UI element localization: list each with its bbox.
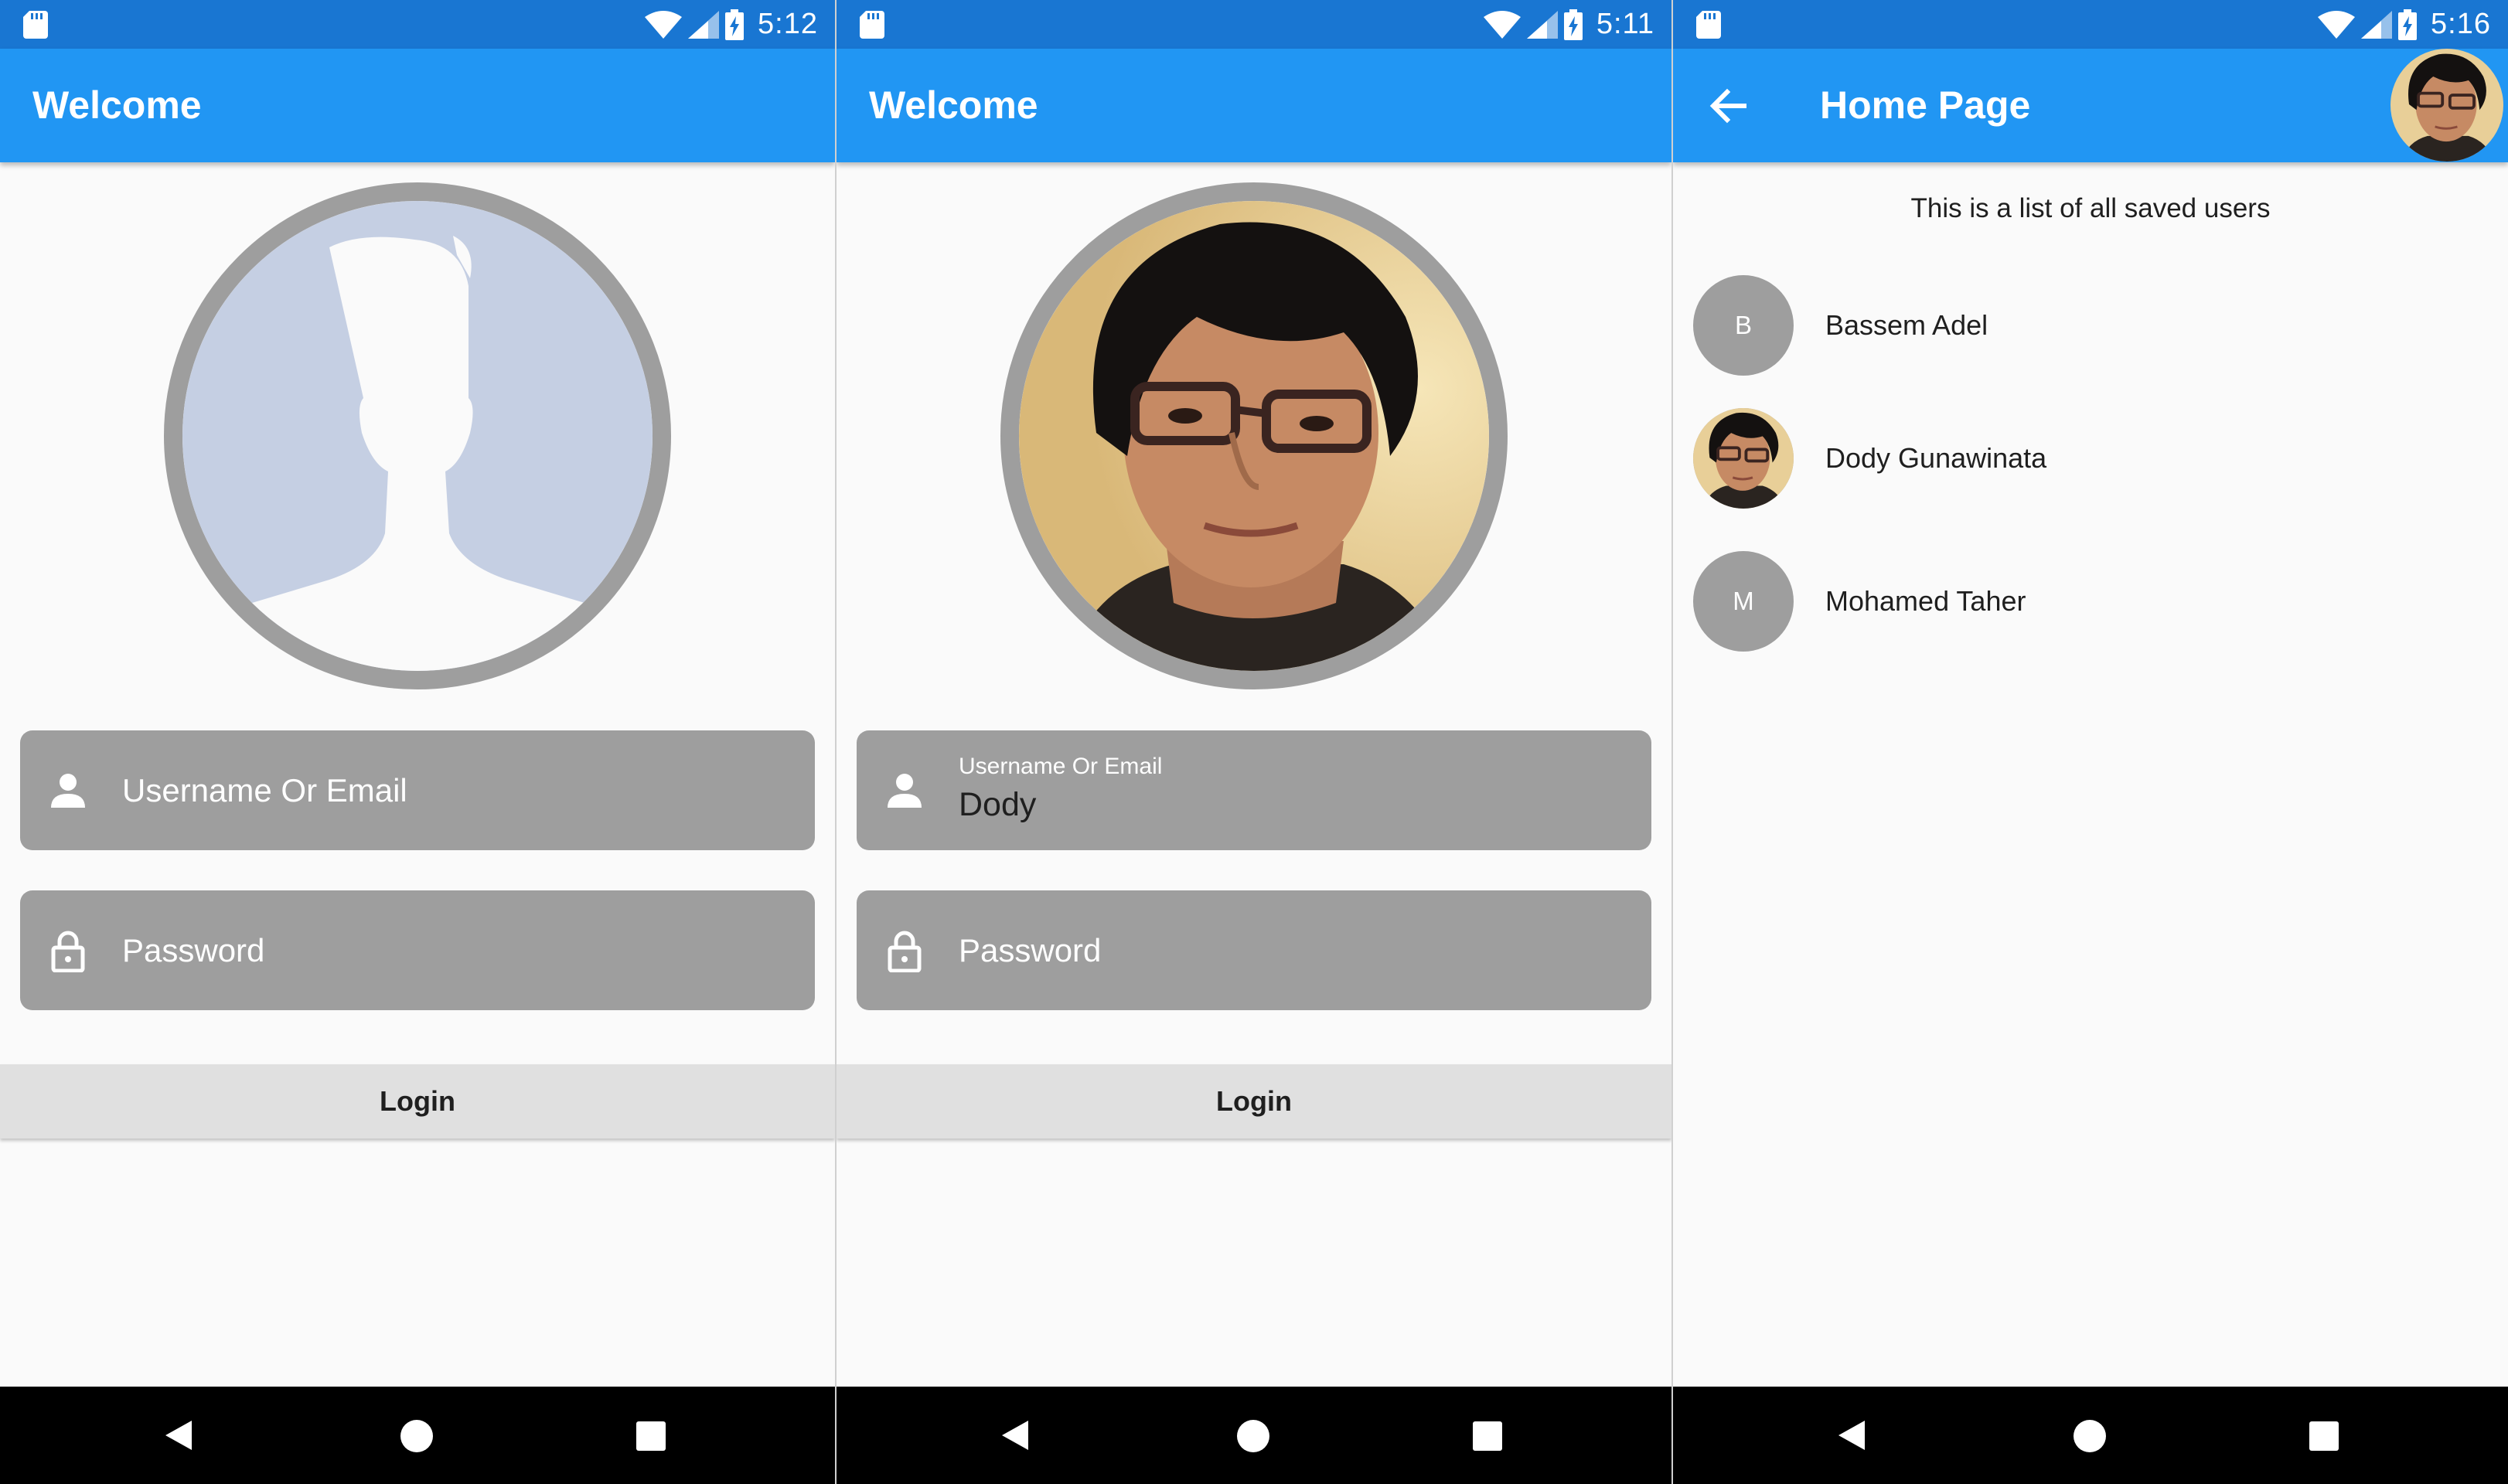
system-nav-bar [1673,1387,2508,1484]
user-name: Dody Gunawinata [1825,442,2047,474]
sd-card-icon [860,11,884,39]
lock-icon [51,931,85,972]
person-icon [51,774,85,808]
login-button[interactable]: Login [0,1064,835,1139]
nav-home-icon[interactable] [1237,1420,1269,1452]
app-title: Welcome [32,83,202,127]
status-time: 5:11 [1596,8,1654,40]
status-icons: 5:16 [2318,0,2491,49]
app-title: Welcome [869,83,1038,127]
password-placeholder: Password [122,932,265,968]
password-field[interactable]: Password [20,890,815,1010]
profile-avatar-photo[interactable] [1000,182,1508,689]
saved-users-caption: This is a list of all saved users [1910,193,2271,223]
user-name: Bassem Adel [1825,309,1988,341]
status-bar: 5:11 [837,0,1671,49]
battery-charging-icon [2398,9,2418,40]
signal-icon [2361,10,2393,39]
login-screen-empty: 5:12 Welcome Username Or Email Password … [0,0,835,1484]
nav-recents-icon[interactable] [2309,1421,2339,1451]
battery-charging-icon [1563,9,1583,40]
system-nav-bar [837,1387,1671,1484]
user-list-item[interactable]: M Mohamed Taher [1693,551,2497,652]
status-bar: 5:12 [0,0,835,49]
battery-charging-icon [725,9,745,40]
password-field[interactable]: Password [857,890,1651,1010]
screenshot-collage: 5:12 Welcome Username Or Email Password … [0,0,2508,1484]
user-photo-avatar [1693,408,1794,509]
system-nav-bar [0,1387,835,1484]
back-arrow-icon[interactable] [1707,84,1750,128]
app-bar: Home Page [1673,49,2508,162]
nav-recents-icon[interactable] [636,1421,666,1451]
username-value: Dody [959,786,1037,823]
sd-card-icon [23,11,48,39]
nav-back-icon[interactable] [1002,1421,1028,1450]
signal-icon [1526,10,1558,39]
app-title: Home Page [1820,83,2031,127]
username-placeholder: Username Or Email [122,772,407,808]
profile-photo [1019,201,1489,671]
status-icons: 5:11 [1483,0,1654,49]
lock-icon [888,931,922,972]
user-initial-avatar: B [1693,275,1794,376]
login-button[interactable]: Login [837,1064,1671,1139]
app-bar: Welcome [0,49,835,162]
username-field[interactable]: Username Or Email [20,730,815,850]
person-icon [888,774,922,808]
status-time: 5:16 [2431,8,2491,40]
nav-home-icon[interactable] [2074,1420,2106,1452]
nav-home-icon[interactable] [400,1420,433,1452]
username-floating-label: Username Or Email [959,754,1163,779]
wifi-icon [1483,10,1521,39]
current-user-avatar[interactable] [2390,49,2503,162]
status-icons: 5:12 [645,0,818,49]
app-bar: Welcome [837,49,1671,162]
user-list-item[interactable]: Dody Gunawinata [1693,408,2497,509]
home-screen: 5:16 Home Page This is a list of all sav… [1673,0,2508,1484]
profile-avatar-placeholder[interactable] [164,182,671,689]
signal-icon [688,10,720,39]
user-name: Mohamed Taher [1825,585,2026,617]
wifi-icon [645,10,683,39]
user-list-item[interactable]: B Bassem Adel [1693,275,2497,376]
nav-back-icon[interactable] [165,1421,192,1450]
person-silhouette-icon [182,201,653,671]
user-photo [1693,408,1794,509]
username-field[interactable]: Username Or Email Dody [857,730,1651,850]
sd-card-icon [1696,11,1721,39]
password-placeholder: Password [959,932,1102,968]
status-time: 5:12 [758,8,818,40]
login-screen-filled: 5:11 Welcome Username Or Email Dody Pass… [837,0,1671,1484]
current-user-photo [2390,49,2503,162]
status-bar: 5:16 [1673,0,2508,49]
nav-back-icon[interactable] [1838,1421,1865,1450]
user-initial-avatar: M [1693,551,1794,652]
nav-recents-icon[interactable] [1473,1421,1502,1451]
wifi-icon [2318,10,2356,39]
